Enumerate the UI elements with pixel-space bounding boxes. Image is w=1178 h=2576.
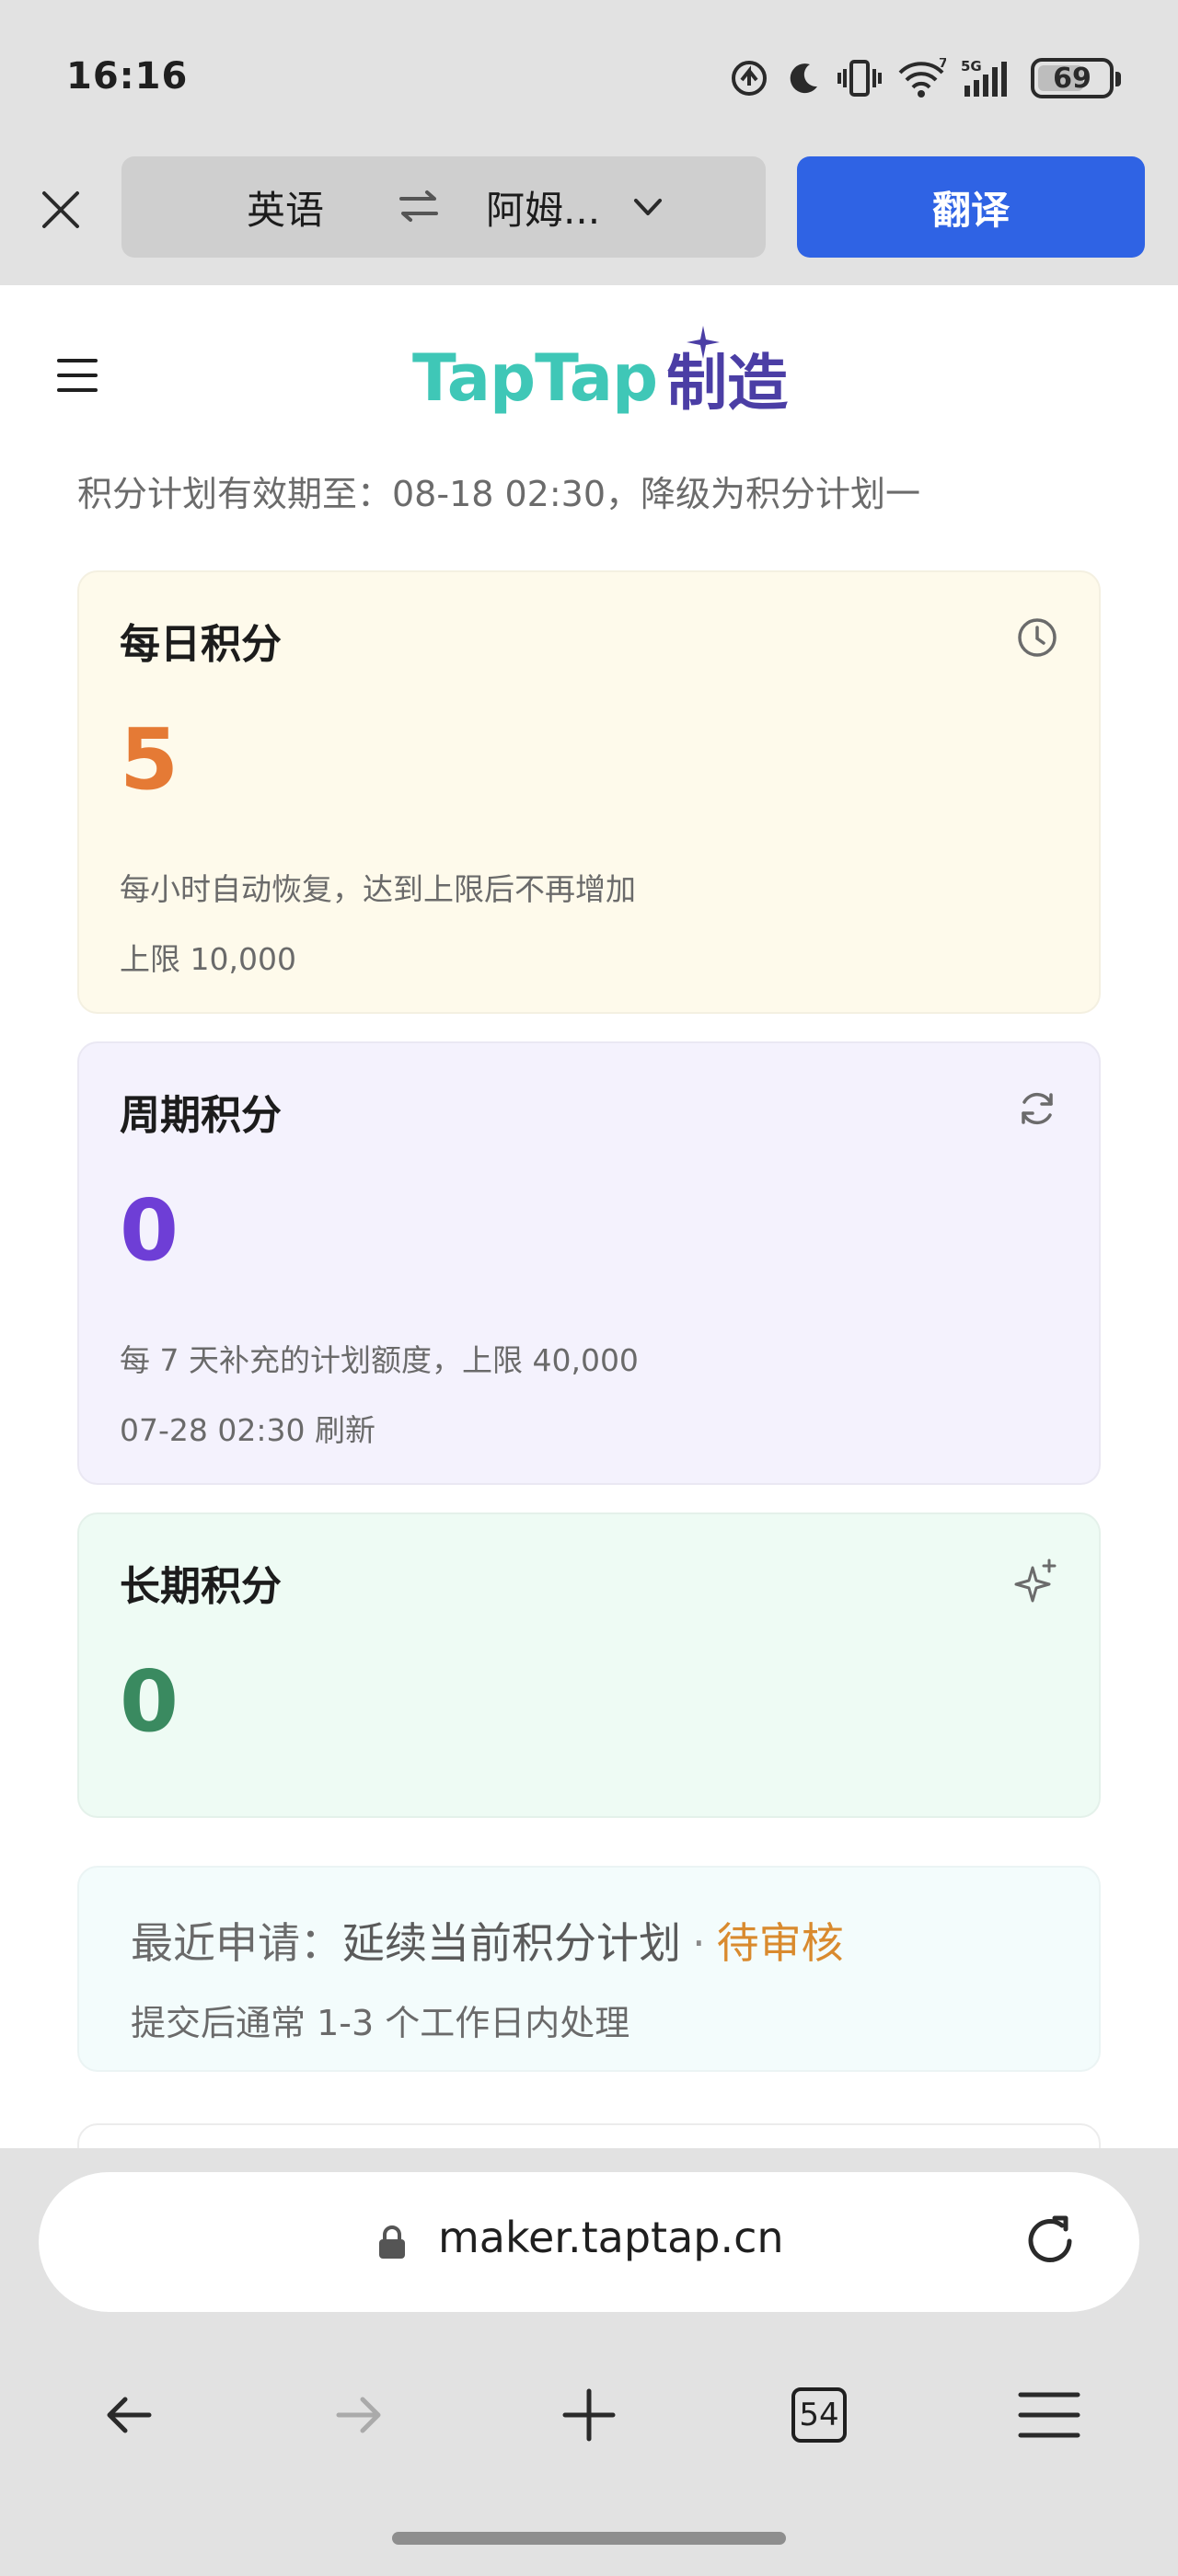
logo-sparkle-icon — [687, 326, 720, 359]
close-icon — [42, 191, 79, 228]
menu-button[interactable] — [1003, 2369, 1095, 2461]
separator-dot: · — [692, 1918, 706, 1968]
battery-text: 69 — [1053, 62, 1091, 95]
vibrate-icon — [837, 60, 882, 97]
data-saver-icon — [732, 61, 767, 96]
moon-icon — [790, 63, 817, 94]
cycle-points-refresh: 07-28 02:30 刷新 — [120, 1412, 375, 1448]
recent-application-label: 最近申请： — [131, 1918, 342, 1968]
forward-arrow-icon — [336, 2397, 381, 2433]
long-term-points-card: 长期积分 0 — [77, 1512, 1101, 1818]
recent-application-plan: 延续当前积分计划 — [342, 1918, 681, 1968]
network-label: 5G — [961, 58, 982, 75]
translate-bar: 英语 阿姆... 翻译 — [0, 156, 1178, 285]
url-text[interactable]: maker.taptap.cn — [438, 2213, 784, 2262]
new-tab-button[interactable] — [543, 2369, 635, 2461]
tabs-button[interactable]: 54 — [773, 2369, 865, 2461]
cycle-points-card: 周期积分 0 每 7 天补充的计划额度，上限 40,000 07-28 02:3… — [77, 1041, 1101, 1485]
plan-expiry-notice: 积分计划有效期至：08-18 02:30，降级为积分计划一 — [77, 474, 921, 514]
status-icons: 7 5G 69 — [729, 55, 1121, 101]
chevron-down-icon[interactable] — [632, 193, 664, 221]
recent-application-line: 最近申请：延续当前积分计划 · 待审核 — [131, 1910, 844, 1971]
cycle-points-description: 每 7 天补充的计划额度，上限 40,000 — [120, 1342, 639, 1378]
daily-points-title: 每日积分 — [120, 621, 282, 668]
back-arrow-icon — [107, 2397, 152, 2433]
home-indicator[interactable] — [392, 2532, 786, 2545]
url-bar[interactable]: maker.taptap.cn — [39, 2172, 1139, 2312]
daily-points-card: 每日积分 5 每小时自动恢复，达到上限后不再增加 上限 10,000 — [77, 570, 1101, 1014]
plus-icon — [562, 2388, 616, 2442]
long-term-points-title: 长期积分 — [120, 1563, 282, 1610]
reload-icon[interactable] — [1018, 2209, 1082, 2273]
translate-button[interactable]: 翻译 — [797, 156, 1145, 258]
refresh-icon — [1022, 1092, 1053, 1125]
status-time: 16:16 — [66, 55, 189, 98]
tabs-icon: 54 — [791, 2387, 847, 2443]
sparkle-icon — [1014, 1558, 1057, 1603]
swap-icon[interactable] — [398, 190, 440, 223]
next-card-partial — [77, 2123, 1101, 2148]
source-language[interactable]: 英语 — [247, 179, 324, 236]
hamburger-menu-icon[interactable] — [57, 359, 98, 399]
daily-points-description: 每小时自动恢复，达到上限后不再增加 — [120, 871, 636, 907]
signal-icon: 5G — [961, 58, 1007, 97]
battery-icon: 69 — [1031, 58, 1121, 98]
wifi-label: 7 — [939, 58, 946, 71]
status-badge: 待审核 — [716, 1918, 844, 1968]
logo-latin: TapTap — [412, 340, 658, 416]
web-page: TapTap 制造 积分计划有效期至：08-18 02:30，降级为积分计划一 … — [0, 285, 1178, 2148]
language-selector[interactable]: 英语 阿姆... — [121, 156, 766, 258]
recent-application-note: 提交后通常 1-3 个工作日内处理 — [131, 2003, 630, 2043]
wifi-icon: 7 — [898, 58, 946, 98]
taptap-maker-logo[interactable]: TapTap 制造 — [412, 326, 788, 429]
daily-points-limit: 上限 10,000 — [120, 941, 296, 977]
close-translate-button[interactable] — [33, 182, 88, 237]
cycle-points-title: 周期积分 — [120, 1092, 282, 1139]
cycle-points-value: 0 — [120, 1181, 179, 1280]
menu-icon — [1018, 2392, 1080, 2438]
browser-bottom-chrome: maker.taptap.cn 54 — [0, 2148, 1178, 2576]
recent-application-card: 最近申请：延续当前积分计划 · 待审核 提交后通常 1-3 个工作日内处理 — [77, 1866, 1101, 2072]
long-term-points-value: 0 — [120, 1652, 179, 1751]
status-bar: 16:16 7 5G 69 — [0, 0, 1178, 156]
clock-icon — [1018, 618, 1057, 657]
back-button[interactable] — [83, 2369, 175, 2461]
lock-icon — [379, 2225, 405, 2259]
target-language[interactable]: 阿姆... — [486, 179, 600, 236]
daily-points-value: 5 — [120, 710, 179, 809]
browser-nav-row: 54 — [0, 2369, 1178, 2461]
forward-button[interactable] — [313, 2369, 405, 2461]
